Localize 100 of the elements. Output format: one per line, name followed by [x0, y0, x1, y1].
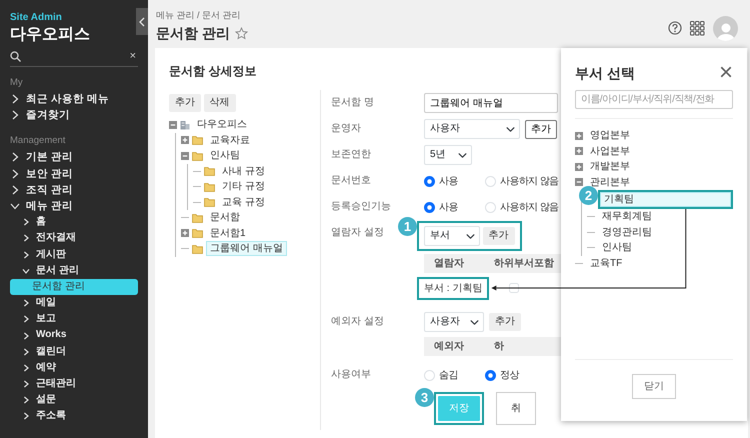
- chevron-left-icon: [139, 16, 145, 26]
- tree-item[interactable]: 교육TF: [586, 256, 626, 271]
- close-dialog-button[interactable]: 닫기: [632, 374, 676, 399]
- tree-item[interactable]: 다우오피스: [193, 117, 251, 132]
- radio-button[interactable]: [424, 202, 435, 212]
- folder-icon: [192, 135, 203, 146]
- radio-button[interactable]: [485, 370, 496, 380]
- sidebar-item[interactable]: 보안 관리: [10, 166, 138, 182]
- sidebar-item[interactable]: 문서 관리: [10, 262, 138, 279]
- dropdown[interactable]: 사용자: [424, 312, 484, 332]
- search-icon: [10, 51, 21, 62]
- sidebar-item[interactable]: 전자결재: [10, 230, 138, 246]
- collapse-icon[interactable]: [169, 120, 177, 129]
- sidebar-item[interactable]: 게시판: [10, 246, 138, 263]
- sidebar-item[interactable]: 기본 관리: [10, 149, 138, 166]
- tree-item[interactable]: 영업본부: [586, 128, 634, 144]
- tree-item[interactable]: 경영관리팀: [598, 224, 656, 240]
- sidebar-item[interactable]: 홈: [10, 214, 138, 230]
- folder-icon: [192, 212, 203, 223]
- folder-icon: [192, 244, 203, 254]
- sidebar-item[interactable]: 즐겨찾기: [10, 107, 138, 124]
- step-badge: 2: [579, 186, 598, 205]
- tree-item[interactable]: 인사팀: [206, 148, 244, 164]
- tree-item[interactable]: 기획팀: [600, 192, 731, 207]
- expand-icon[interactable]: [575, 147, 583, 156]
- brand-label: Site Admin: [10, 11, 63, 25]
- field-label: 보존연한: [331, 149, 371, 160]
- add-button[interactable]: 추가: [489, 313, 521, 331]
- dropdown[interactable]: 사용자: [424, 119, 520, 139]
- breadcrumb: 메뉴 관리 / 문서 관리: [156, 9, 242, 22]
- apps-grid-icon[interactable]: [690, 20, 705, 36]
- section-heading: Management: [10, 134, 66, 148]
- radio-label: 사용: [439, 174, 458, 188]
- close-button[interactable]: ×: [718, 63, 733, 83]
- sidebar-item[interactable]: 최근 사용한 메뉴: [10, 91, 138, 108]
- tree-item[interactable]: 문서함: [206, 210, 244, 226]
- sidebar-item[interactable]: 예약: [10, 360, 138, 376]
- sidebar-item[interactable]: 근태관리: [10, 376, 138, 392]
- sidebar-item[interactable]: 설문: [10, 392, 138, 408]
- app-title: 다우오피스: [10, 25, 91, 45]
- collapse-icon[interactable]: [181, 152, 189, 160]
- folder-icon: [192, 228, 203, 238]
- sidebar-item[interactable]: 캘린더: [10, 344, 138, 360]
- section-title: 문서함 상세정보: [169, 63, 256, 80]
- folder-icon: [204, 197, 215, 208]
- building-icon: [180, 120, 190, 130]
- column-header: 하: [494, 340, 504, 354]
- sidebar-item[interactable]: 보고: [10, 311, 138, 328]
- column-header: 예외자: [433, 340, 465, 354]
- sidebar-item[interactable]: 문서함 관리: [10, 278, 138, 296]
- collapse-icon[interactable]: [575, 178, 583, 186]
- dropdown[interactable]: 5년: [424, 145, 472, 165]
- add-button[interactable]: 추가: [525, 120, 557, 138]
- star-icon[interactable]: [234, 26, 248, 40]
- search-field[interactable]: ×: [10, 47, 138, 67]
- search-field[interactable]: 이름/아이디/부서/직위/직책/전화: [575, 90, 733, 109]
- tree-item[interactable]: 사업본부: [586, 144, 634, 159]
- sidebar-item[interactable]: 메뉴 관리: [10, 198, 138, 214]
- clear-button[interactable]: ×: [128, 51, 138, 62]
- tree-item[interactable]: 인사팀: [598, 240, 636, 256]
- field-label: 운영자: [331, 123, 361, 134]
- add-button[interactable]: 추가: [482, 227, 514, 245]
- tree-item[interactable]: 재무회계팀: [598, 209, 656, 224]
- tree-item[interactable]: 그룹웨어 매뉴얼: [206, 241, 287, 256]
- expand-icon[interactable]: [575, 132, 583, 140]
- tree-action-button[interactable]: 삭제: [204, 94, 236, 112]
- field-label: 문서함 명: [331, 97, 374, 108]
- column-header: 열람자: [433, 257, 465, 271]
- folder-icon: [204, 182, 215, 192]
- column-header: 하위부서포함: [494, 257, 554, 271]
- checkbox[interactable]: [509, 283, 520, 293]
- field-label: 예외자 설정: [331, 316, 384, 327]
- tree-item[interactable]: 기타 규정: [218, 179, 269, 194]
- field-label: 문서번호: [331, 175, 371, 186]
- tree-item[interactable]: 개발본부: [586, 159, 634, 174]
- help-icon[interactable]: [668, 21, 682, 35]
- tree-item[interactable]: 교육 규정: [218, 194, 269, 210]
- expand-icon[interactable]: [181, 136, 189, 144]
- radio-label: 사용하지 않음: [500, 174, 559, 188]
- section-heading: My: [10, 76, 24, 90]
- collapse-tab[interactable]: [136, 8, 148, 35]
- sidebar-item[interactable]: 주소록: [10, 408, 138, 425]
- step-badge: 3: [415, 388, 434, 407]
- tree-item[interactable]: 사내 규정: [218, 164, 269, 179]
- sidebar-item[interactable]: 메일: [10, 295, 138, 312]
- tree-item[interactable]: 문서함1: [206, 226, 250, 241]
- radio-button[interactable]: [424, 176, 435, 186]
- tree-action-button[interactable]: 추가: [169, 94, 201, 112]
- text-field[interactable]: 그룹웨어 매뉴얼: [424, 93, 558, 113]
- tree-item[interactable]: 교육자료: [206, 132, 254, 148]
- radio-label: 사용: [439, 200, 458, 214]
- sidebar-item[interactable]: 조직 관리: [10, 182, 138, 198]
- dialog-title: 부서 선택: [575, 64, 635, 83]
- cancel-button[interactable]: 취: [496, 392, 536, 425]
- dropdown[interactable]: 부서: [424, 226, 480, 246]
- expand-icon[interactable]: [575, 162, 583, 171]
- sidebar-item[interactable]: Works: [10, 327, 138, 344]
- expand-icon[interactable]: [181, 229, 189, 238]
- folder-icon: [204, 166, 215, 176]
- step-badge: 1: [398, 217, 417, 236]
